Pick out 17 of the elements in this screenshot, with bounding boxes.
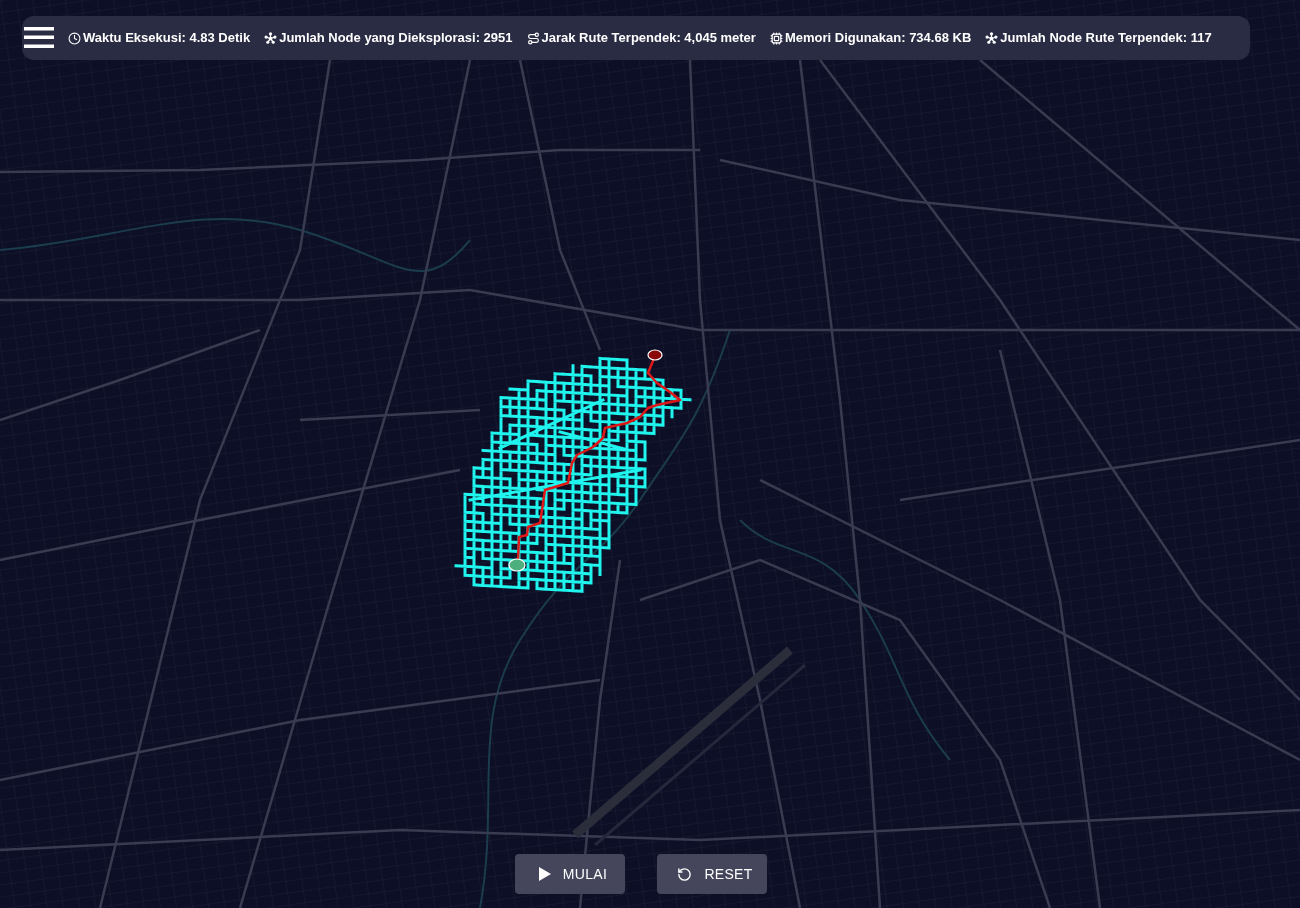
network-icon xyxy=(985,31,999,45)
chip-icon xyxy=(769,31,783,45)
route-icon xyxy=(526,31,540,45)
route-distance-text: Jarak Rute Terpendek: 4,045 meter xyxy=(541,30,756,46)
play-icon xyxy=(538,867,551,881)
reset-button[interactable]: RESET xyxy=(657,854,767,894)
menu-icon[interactable] xyxy=(24,27,54,49)
start-marker-icon xyxy=(508,558,526,572)
execution-time-text: Waktu Eksekusi: 4.83 Detik xyxy=(83,30,251,46)
start-button[interactable]: MULAI xyxy=(515,854,625,894)
node-count-text: Jumlah Node yang Dieksplorasi: 2951 xyxy=(279,30,513,46)
end-marker-icon xyxy=(647,349,663,361)
memory-usage-text: Memori Digunakan: 734.68 KB xyxy=(784,30,972,46)
network-icon xyxy=(264,31,278,45)
rotate-arrow-icon xyxy=(677,866,693,882)
node-count-text: Jumlah Node Rute Terpendek: 117 xyxy=(1000,30,1212,46)
clock-icon xyxy=(68,31,81,45)
